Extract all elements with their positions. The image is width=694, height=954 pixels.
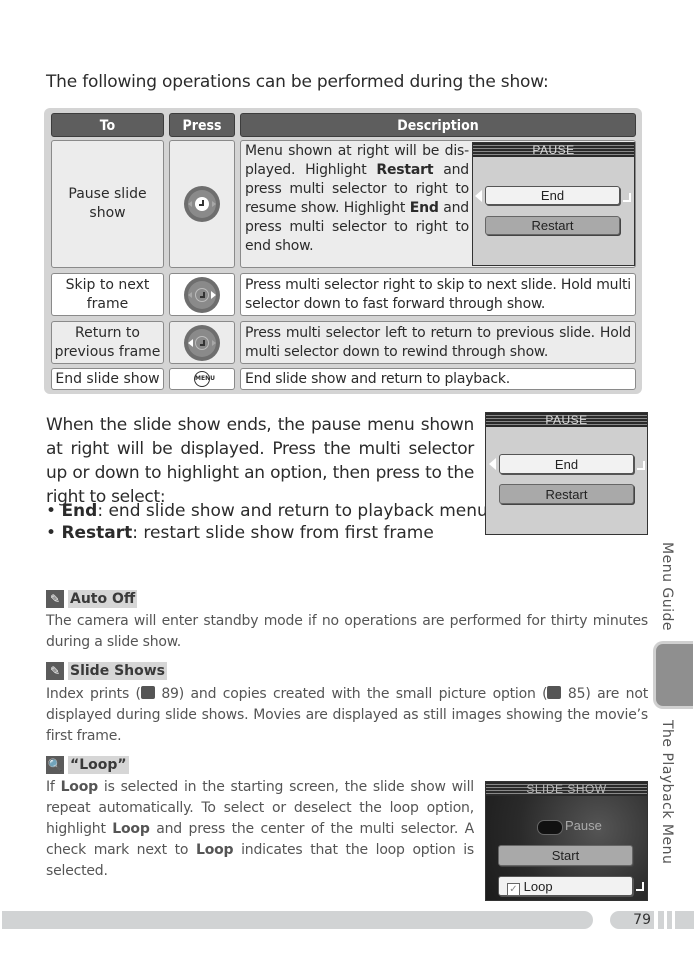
pause-hint-label: Pause xyxy=(565,818,602,833)
enter-icon xyxy=(637,461,645,470)
pause-restart-option[interactable]: Restart xyxy=(499,484,634,504)
note-auto-off-heading: ✎ Auto Off xyxy=(46,589,138,609)
slide-show-screen: SLIDE SHOW Pause Start ✓ Loop xyxy=(485,781,648,901)
table-row-pause-to: Pause slide show xyxy=(51,140,164,268)
screen-title: SLIDE SHOW xyxy=(486,782,647,796)
menu-button-icon: MENU xyxy=(194,371,215,387)
end-section-text: When the slide show ends, the pause menu… xyxy=(46,415,474,507)
pencil-icon: ✎ xyxy=(46,662,64,680)
start-option[interactable]: Start xyxy=(498,845,633,866)
table-row-return-description: Press multi selector left to return to p… xyxy=(240,321,636,364)
left-arrow-icon xyxy=(475,190,482,202)
pause-menu-screen: PAUSE End Restart xyxy=(485,412,648,535)
side-tab-menu-guide[interactable]: Menu Guide xyxy=(659,542,675,631)
table-header-description: Description xyxy=(240,113,636,137)
cell-text: End slide show xyxy=(55,370,160,387)
table-row-return-press xyxy=(169,321,235,364)
page-reference-icon xyxy=(140,686,155,699)
multi-selector-center-icon xyxy=(184,186,220,222)
loop-checkbox[interactable]: ✓ xyxy=(507,883,520,896)
note-slide-shows-heading: ✎ Slide Shows xyxy=(46,661,168,681)
note-title: Slide Shows xyxy=(68,662,168,680)
page-number: 79 xyxy=(610,911,654,929)
side-tab-marker xyxy=(653,641,693,709)
table-row-end-press: MENU xyxy=(169,368,235,390)
cell-text: Skip to next frame xyxy=(65,276,150,312)
screen-title: PAUSE xyxy=(486,413,647,427)
side-tab-playback-menu[interactable]: The Playback Menu xyxy=(659,720,675,864)
enter-icon xyxy=(623,193,631,202)
note-loop-heading: 🔍 “Loop” xyxy=(46,755,129,775)
table-header-press: Press xyxy=(169,113,235,137)
enter-icon xyxy=(636,882,644,891)
loop-option[interactable]: ✓ Loop xyxy=(498,876,633,896)
footer-stripe xyxy=(658,911,664,929)
table-row-end-to: End slide show xyxy=(51,368,164,390)
cell-text: Return to previous frame xyxy=(54,324,161,360)
note-title: “Loop” xyxy=(68,756,129,774)
loop-label: Loop xyxy=(523,879,553,894)
note-auto-off-text: The camera will enter standby mode if no… xyxy=(46,613,648,650)
note-slide-shows-text: Index prints ( 89) and copies created wi… xyxy=(46,686,648,744)
table-row-skip-to: Skip to next frame xyxy=(51,273,164,316)
page-reference-icon xyxy=(547,686,562,699)
pause-menu-screen-small: PAUSE End Restart xyxy=(472,142,635,266)
pause-restart-option[interactable]: Restart xyxy=(485,216,620,235)
left-arrow-icon xyxy=(489,458,496,470)
bullet-end: • End: end slide show and return to play… xyxy=(46,501,488,521)
table-row-end-description: End slide show and return to playback. xyxy=(240,368,636,390)
note-loop-text: If Loop is selected in the starting scre… xyxy=(46,779,475,879)
multi-selector-left-icon xyxy=(184,324,220,361)
table-row-pause-description: Menu shown at right will be dis-played. … xyxy=(240,140,636,268)
magnifier-icon: 🔍 xyxy=(46,756,64,774)
table-row-return-to: Return to previous frame xyxy=(51,321,164,364)
enter-icon xyxy=(537,820,563,835)
screen-title: PAUSE xyxy=(473,143,634,157)
table-row-skip-press xyxy=(169,273,235,316)
footer-bar xyxy=(2,911,593,929)
table-row-pause-press xyxy=(169,140,235,268)
pause-end-option[interactable]: End xyxy=(499,454,634,474)
note-title: Auto Off xyxy=(68,590,138,608)
pause-description-text: Menu shown at right will be dis-played. … xyxy=(245,143,469,254)
pencil-icon: ✎ xyxy=(46,590,64,608)
footer-stripe xyxy=(675,911,694,929)
bullet-restart: • Restart: restart slide show from first… xyxy=(46,523,434,543)
intro-text: The following operations can be performe… xyxy=(46,72,549,92)
multi-selector-right-icon xyxy=(184,276,220,313)
footer-stripe xyxy=(667,911,672,929)
table-header-to: To xyxy=(51,113,164,137)
pause-end-option[interactable]: End xyxy=(485,186,620,205)
cell-text: Pause slide show xyxy=(68,186,147,221)
table-row-skip-description: Press multi selector right to skip to ne… xyxy=(240,273,636,316)
